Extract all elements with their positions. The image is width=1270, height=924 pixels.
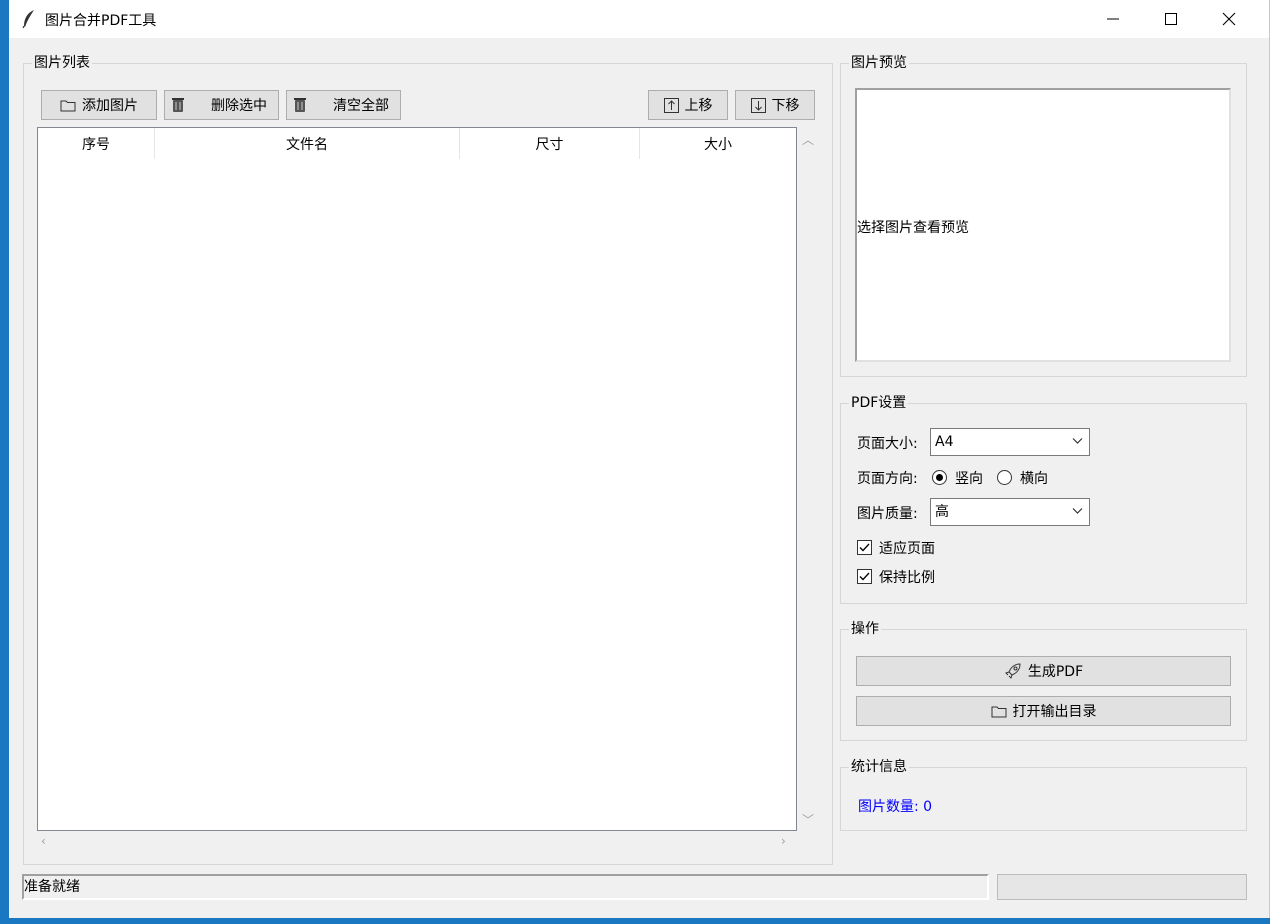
chevron-down-icon	[1072, 438, 1083, 444]
pdf-settings-label: PDF设置	[849, 394, 909, 412]
delete-selected-button[interactable]: 删除选中	[164, 90, 279, 120]
checkmark-icon	[859, 572, 870, 581]
actions-label: 操作	[849, 620, 881, 638]
landscape-radio[interactable]	[997, 470, 1012, 485]
image-count: 图片数量: 0	[858, 799, 933, 815]
column-header-size[interactable]: 大小	[640, 128, 796, 159]
column-header-dimensions[interactable]: 尺寸	[460, 128, 640, 159]
vertical-scrollbar[interactable]: ︿ ﹀	[798, 127, 818, 831]
arrow-down-icon	[750, 97, 766, 113]
page-size-select[interactable]: A4	[930, 428, 1090, 456]
progress-bar	[997, 874, 1247, 900]
image-list-label: 图片列表	[32, 54, 92, 72]
feather-icon	[22, 10, 34, 29]
preview-placeholder: 选择图片查看预览	[857, 220, 969, 236]
scroll-down-icon[interactable]: ﹀	[802, 811, 814, 828]
add-image-button[interactable]: 添加图片	[41, 90, 157, 120]
landscape-label[interactable]: 横向	[1020, 468, 1048, 488]
open-output-dir-button[interactable]: 打开输出目录	[856, 696, 1231, 726]
page-size-label: 页面大小:	[857, 436, 918, 452]
folder-icon	[60, 100, 76, 111]
image-table[interactable]: 序号 文件名 尺寸 大小	[37, 127, 797, 831]
quality-label: 图片质量:	[857, 506, 918, 522]
title-bar[interactable]: 图片合并PDF工具	[9, 0, 1269, 38]
quality-select[interactable]: 高	[930, 498, 1090, 526]
column-header-index[interactable]: 序号	[38, 128, 155, 159]
portrait-label[interactable]: 竖向	[955, 468, 983, 488]
portrait-radio[interactable]	[932, 470, 947, 485]
window-title: 图片合并PDF工具	[45, 13, 157, 29]
clear-all-button[interactable]: 清空全部	[286, 90, 401, 120]
generate-pdf-button[interactable]: 生成PDF	[856, 656, 1231, 686]
chevron-down-icon	[1072, 508, 1083, 514]
trash-icon	[172, 98, 184, 112]
stats-label: 统计信息	[849, 758, 909, 776]
keep-ratio-label[interactable]: 保持比例	[879, 567, 935, 587]
minimize-icon	[1107, 18, 1119, 20]
scroll-up-icon[interactable]: ︿	[802, 131, 814, 148]
close-button[interactable]	[1200, 0, 1258, 38]
keep-ratio-checkbox[interactable]	[857, 569, 872, 584]
trash-icon	[294, 98, 306, 112]
arrow-up-icon	[663, 97, 679, 113]
scroll-left-icon[interactable]: ‹	[41, 834, 46, 848]
column-header-filename[interactable]: 文件名	[155, 128, 460, 159]
horizontal-scrollbar[interactable]: ‹ ›	[37, 832, 797, 852]
preview-area: 选择图片查看预览	[855, 88, 1231, 362]
fit-page-checkbox[interactable]	[857, 540, 872, 555]
folder-icon	[991, 706, 1006, 717]
table-header: 序号 文件名 尺寸 大小	[38, 128, 796, 159]
scroll-right-icon[interactable]: ›	[781, 834, 786, 848]
maximize-icon	[1165, 13, 1177, 25]
close-icon	[1222, 12, 1236, 26]
status-text: 准备就绪	[24, 879, 80, 895]
move-down-button[interactable]: 下移	[735, 90, 815, 120]
app-window: 图片合并PDF工具 图片列表 添加图片 删除选中 清空全部 上移 下移 序号 文…	[9, 0, 1270, 918]
checkmark-icon	[859, 543, 870, 552]
orientation-label: 页面方向:	[857, 471, 918, 487]
move-up-button[interactable]: 上移	[648, 90, 728, 120]
maximize-button[interactable]	[1142, 0, 1200, 38]
preview-label: 图片预览	[849, 54, 909, 72]
status-bar: 准备就绪	[22, 874, 989, 900]
fit-page-label[interactable]: 适应页面	[879, 538, 935, 558]
minimize-button[interactable]	[1084, 0, 1142, 38]
rocket-icon	[1004, 663, 1021, 679]
